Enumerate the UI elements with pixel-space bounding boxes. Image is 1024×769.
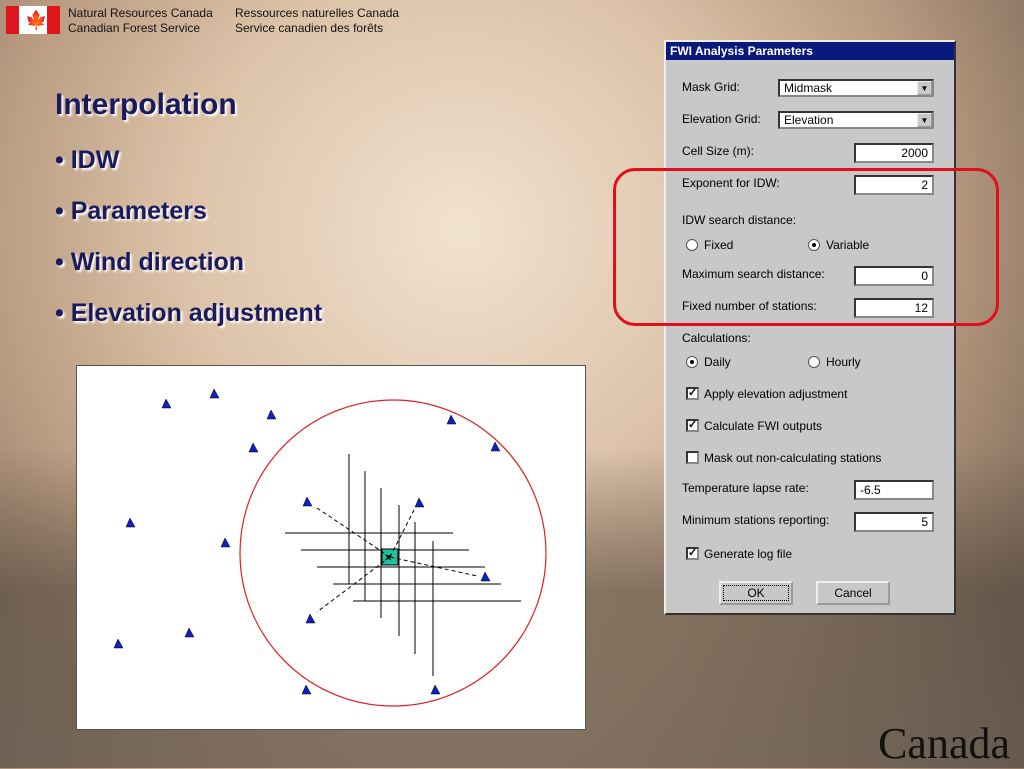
- slide-title: Interpolation: [55, 88, 237, 121]
- calc-fwi-checkbox[interactable]: ✓: [686, 419, 699, 432]
- header-fr-1: Ressources naturelles Canada: [235, 6, 400, 20]
- grid-lines: [285, 454, 521, 676]
- calculations-label: Calculations:: [682, 331, 751, 345]
- bullet-wind: • Wind direction: [55, 248, 245, 276]
- lapse-rate-input[interactable]: -6.5: [854, 480, 934, 500]
- header-en-1: Natural Resources Canada: [68, 6, 213, 20]
- mask-grid-label: Mask Grid:: [682, 80, 741, 94]
- calc-fwi-label: Calculate FWI outputs: [704, 419, 823, 433]
- canada-flag-icon: 🍁: [6, 6, 60, 34]
- bullet-idw: • IDW: [55, 146, 120, 174]
- apply-elevation-checkbox[interactable]: ✓: [686, 387, 699, 400]
- station-triangles: [113, 388, 501, 695]
- elevation-grid-value: Elevation: [784, 113, 834, 127]
- mask-out-checkbox[interactable]: [686, 451, 699, 464]
- hourly-label: Hourly: [826, 355, 861, 369]
- elevation-grid-select[interactable]: Elevation ▼: [778, 111, 934, 129]
- highlight-box: [613, 168, 999, 326]
- dialog-title: FWI Analysis Parameters: [666, 42, 954, 60]
- mask-grid-select[interactable]: Midmask ▼: [778, 79, 934, 97]
- header-en-2: Canadian Forest Service: [68, 21, 201, 35]
- cell-size-input[interactable]: 2000: [854, 143, 934, 163]
- chevron-down-icon[interactable]: ▼: [917, 81, 932, 95]
- header-english: Natural Resources Canada Canadian Forest …: [68, 6, 213, 36]
- lapse-rate-label: Temperature lapse rate:: [682, 481, 809, 495]
- header-french: Ressources naturelles Canada Service cana…: [235, 6, 399, 36]
- log-file-checkbox[interactable]: ✓: [686, 547, 699, 560]
- idw-diagram: ×: [76, 365, 586, 730]
- daily-label: Daily: [704, 355, 731, 369]
- min-stations-label: Minimum stations reporting:: [682, 513, 830, 527]
- canada-wordmark: Canada: [878, 719, 1010, 768]
- cell-size-label: Cell Size (m):: [682, 144, 755, 158]
- idw-diagram-svg: ×: [113, 388, 547, 707]
- log-file-label: Generate log file: [704, 547, 793, 561]
- bullet-parameters: • Parameters: [55, 197, 207, 225]
- apply-elevation-label: Apply elevation adjustment: [704, 387, 848, 401]
- cancel-button[interactable]: Cancel: [816, 581, 890, 605]
- fwi-dialog: FWI Analysis Parameters Mask Grid: Midma…: [664, 40, 956, 615]
- daily-radio[interactable]: [686, 356, 698, 368]
- hourly-radio[interactable]: [808, 356, 820, 368]
- ok-button[interactable]: OK: [719, 581, 793, 605]
- header-fr-2: Service canadien des forêts: [235, 21, 384, 35]
- mask-grid-value: Midmask: [784, 81, 833, 95]
- chevron-down-icon[interactable]: ▼: [917, 113, 932, 127]
- bullet-elevation: • Elevation adjustment: [55, 299, 323, 327]
- mask-out-label: Mask out non-calculating stations: [704, 451, 882, 465]
- min-stations-input[interactable]: 5: [854, 512, 934, 532]
- elevation-grid-label: Elevation Grid:: [682, 112, 761, 126]
